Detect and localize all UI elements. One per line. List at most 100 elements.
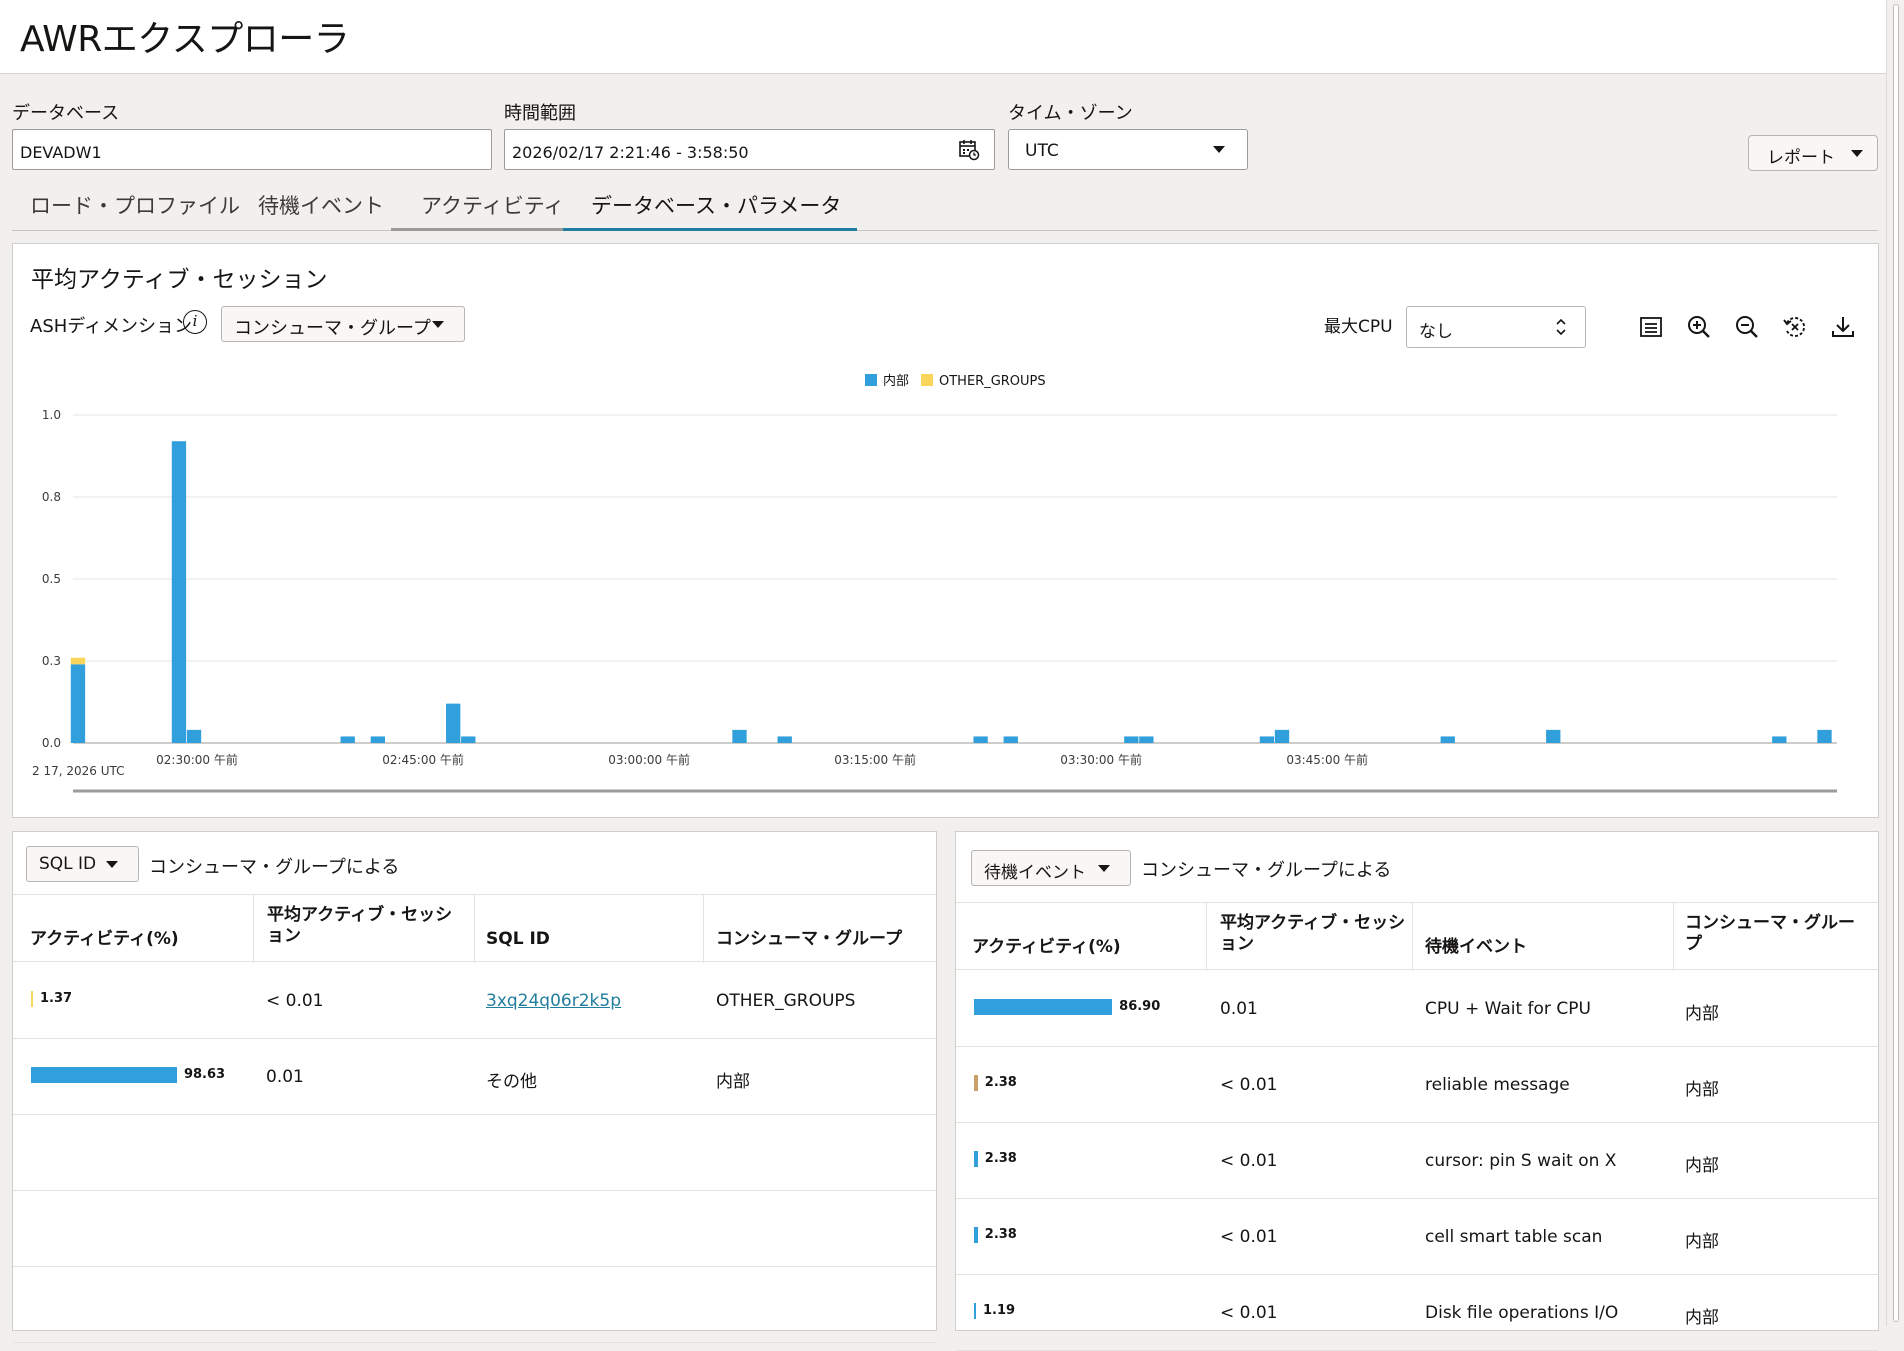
tab-wait-events[interactable]: 待機イベント [258,183,384,231]
table-row[interactable]: 2.38 < 0.01 cell smart table scan 内部 [956,1199,1878,1275]
activity-value: 2.38 [984,1227,1017,1242]
chart-bar[interactable] [370,736,386,743]
table-row [13,1267,936,1343]
col-avg-sessions[interactable]: 平均アクティブ・セッション [1220,913,1410,955]
table-row [13,1115,936,1191]
chart-bar[interactable] [1817,729,1832,743]
y-tick-label: 0.8 [42,490,61,504]
timezone-value: UTC [1025,141,1059,161]
chart-bar[interactable] [461,736,476,743]
sql-id-link[interactable]: 3xq24q06r2k5p [486,991,621,1011]
chart-bar[interactable] [1139,736,1154,743]
wait-event-cell: reliable message [1425,1075,1570,1095]
table-row [13,1191,936,1267]
col-activity[interactable]: アクティビティ(%) [972,937,1121,958]
chart-bar[interactable] [1772,736,1787,743]
chevron-down-icon [1098,865,1110,872]
chevron-down-icon [1213,146,1225,153]
vertical-scrollbar[interactable] [1886,0,1904,1326]
y-tick-label: 0.0 [42,736,61,750]
chart-bar[interactable] [340,736,355,743]
report-button-label: レポート [1767,148,1835,168]
chart-bar[interactable] [732,729,747,743]
wait-event-cell: cell smart table scan [1425,1227,1603,1247]
timezone-select[interactable]: UTC [1008,129,1248,170]
time-range-value: 2026/02/17 2:21:46 - 3:58:50 [512,143,749,162]
chart-bar[interactable] [1546,729,1561,743]
wait-dimension-select[interactable]: 待機イベント [971,850,1131,886]
tab-database-parameters[interactable]: データベース・パラメータ [563,183,857,231]
ash-panel: 平均アクティブ・セッション ASHディメンション i コンシューマ・グループ 最… [12,243,1879,818]
col-wait-event[interactable]: 待機イベント [1425,937,1527,958]
sql-dimension-select[interactable]: SQL ID [26,846,139,882]
tab-bar: ロード・プロファイル 待機イベント アクティビティ データベース・パラメータ [12,183,1878,231]
y-tick-label: 1.0 [42,408,61,422]
chart-bar[interactable] [777,736,792,743]
activity-bar-fill [974,1227,978,1243]
wait-event-cell: Disk file operations I/O [1425,1303,1619,1323]
sql-table-header: アクティビティ(%) 平均アクティブ・セッション SQL ID コンシューマ・グ… [13,894,936,963]
x-tick-label: 03:45:00 午前 [1286,752,1368,767]
col-avg-sessions[interactable]: 平均アクティブ・セッション [267,905,457,947]
sql-dimension-value: SQL ID [39,854,97,874]
x-tick-label: 03:30:00 午前 [1060,752,1142,767]
sql-by-label: コンシューマ・グループによる [149,857,400,878]
time-range-field[interactable]: 2026/02/17 2:21:46 - 3:58:50 [504,129,995,170]
col-sql-id[interactable]: SQL ID [486,929,550,950]
activity-bar-fill [974,999,1113,1015]
x-tick-label: 03:15:00 午前 [834,752,916,767]
legend-item[interactable]: 内部 [883,373,909,389]
y-tick-label: 0.3 [42,654,61,668]
tab-activity[interactable]: アクティビティ [391,183,575,231]
table-row[interactable]: 2.38 < 0.01 cursor: pin S wait on X 内部 [956,1123,1878,1199]
table-row[interactable]: 2.38 < 0.01 reliable message 内部 [956,1047,1878,1123]
database-field[interactable]: DEVADW1 [12,129,492,170]
avg-sessions-cell: < 0.01 [266,991,324,1011]
table-row[interactable]: 86.90 0.01 CPU + Wait for CPU 内部 [956,971,1878,1047]
avg-sessions-cell: < 0.01 [1220,1303,1278,1323]
col-consumer-group[interactable]: コンシューマ・グループ [716,929,902,950]
activity-value: 1.37 [40,991,73,1006]
wait-event-cell: CPU + Wait for CPU [1425,999,1591,1019]
report-button[interactable]: レポート [1748,135,1878,171]
activity-value: 1.19 [983,1303,1016,1318]
activity-bar-fill [974,1075,978,1091]
chart-bar[interactable] [1124,736,1139,743]
activity-value: 2.38 [984,1075,1017,1090]
chevron-down-icon [1851,150,1863,157]
table-row[interactable]: 1.37 < 0.01 3xq24q06r2k5p OTHER_GROUPS [13,963,936,1039]
chart-bar[interactable] [70,664,86,743]
consumer-group-cell: 内部 [1685,1156,1719,1176]
legend-item[interactable]: OTHER_GROUPS [939,374,1046,389]
title-bar: AWRエクスプローラ [0,0,1904,74]
col-activity[interactable]: アクティビティ(%) [30,929,179,950]
calendar-icon[interactable] [958,139,980,161]
avg-sessions-cell: < 0.01 [1220,1151,1278,1171]
chart-bar[interactable] [1259,736,1275,743]
chart-bar[interactable] [973,736,988,743]
x-tick-label: 02:30:00 午前 [156,752,238,767]
avg-sessions-cell: 0.01 [1220,999,1258,1019]
table-row[interactable]: 98.63 0.01 その他 内部 [13,1039,936,1115]
activity-bar-fill [31,991,34,1007]
table-row[interactable]: 1.19 < 0.01 Disk file operations I/O 内部 [956,1275,1878,1351]
chart-bar[interactable] [1440,736,1455,743]
activity-bar-fill [31,1067,177,1083]
time-range-label: 時間範囲 [504,103,576,124]
chart-bar[interactable] [186,729,202,743]
wait-event-cell: cursor: pin S wait on X [1425,1151,1617,1171]
ash-chart[interactable]: 内部 OTHER_GROUPS 0.0 0.3 0.5 0.8 1.0 02:30:00 … [13,244,1878,817]
chart-bar[interactable] [70,657,86,665]
chart-bar[interactable] [446,703,461,743]
legend-swatch [921,374,933,386]
chart-bar[interactable] [1274,729,1290,743]
col-consumer-group[interactable]: コンシューマ・グループ [1685,913,1870,955]
chart-bar[interactable] [1003,736,1018,743]
tab-load-profile[interactable]: ロード・プロファイル [30,183,240,231]
avg-sessions-cell: < 0.01 [1220,1075,1278,1095]
scrollbar-thumb[interactable] [1893,4,1899,1322]
x-tick-label: 02:45:00 午前 [382,752,464,767]
page-title: AWRエクスプローラ [20,19,350,60]
chart-bar[interactable] [171,441,187,743]
avg-sessions-cell: < 0.01 [1220,1227,1278,1247]
